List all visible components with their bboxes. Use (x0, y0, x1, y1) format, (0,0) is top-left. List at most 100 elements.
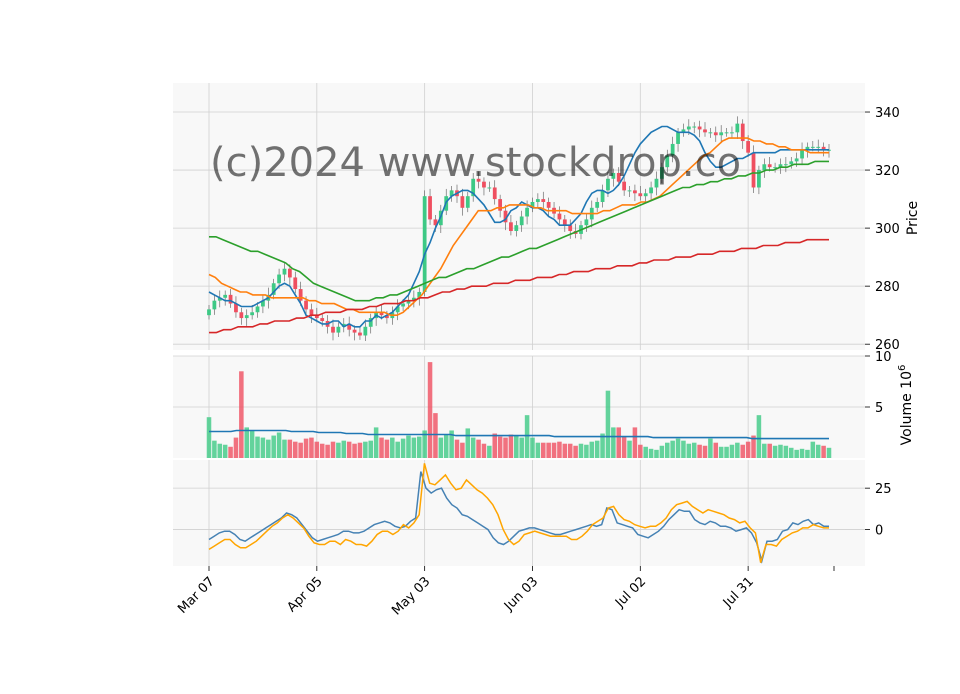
candle-up (223, 294, 228, 298)
candle-down (352, 329, 357, 333)
volume-bar (524, 415, 530, 458)
candle-down (239, 312, 244, 319)
x-tick-label: Mar 07 (175, 574, 218, 617)
candle-up (643, 193, 648, 197)
volume-bar (546, 442, 551, 458)
volume-y-tick-label: 5 (875, 401, 883, 416)
volume-bar (298, 442, 303, 458)
candle-down (358, 332, 362, 336)
candle-up (783, 164, 788, 166)
candle-down (568, 225, 573, 232)
candle-up (584, 219, 589, 226)
oscillator-panel: 0 25 (173, 460, 892, 566)
volume-bar (233, 437, 239, 458)
volume-bar (611, 427, 616, 458)
volume-bar (206, 417, 212, 458)
volume-bar (260, 437, 266, 458)
volume-bar (346, 441, 352, 458)
volume-bar (454, 439, 460, 458)
candle-down (751, 152, 756, 188)
volume-bar (266, 439, 271, 458)
candle-up (724, 132, 729, 134)
candle-down (541, 199, 546, 202)
volume-bar (314, 441, 320, 458)
volume-bar (616, 427, 622, 458)
volume-bar (239, 371, 244, 458)
volume-bar (379, 437, 384, 458)
volume-bar (557, 441, 562, 458)
candle-down (703, 129, 707, 133)
volume-bar (514, 435, 519, 458)
volume-bar (718, 446, 724, 458)
candle-down (320, 318, 325, 321)
candle-up (519, 216, 524, 226)
volume-bar (745, 441, 751, 458)
candle-up (250, 312, 255, 316)
volume-bar (395, 441, 400, 458)
candle-up (595, 201, 600, 208)
price-axis-label: Price (905, 201, 921, 235)
volume-panel: 5 10 Volume 106 (173, 350, 915, 458)
volume-bar (384, 439, 390, 458)
chart-canvas: 260280300320340Price 510Volume 106 025 M… (173, 83, 921, 618)
volume-bar (729, 444, 735, 458)
volume-bar (411, 437, 417, 458)
volume-bar (632, 427, 638, 458)
volume-bar (341, 440, 347, 458)
volume-bar (368, 440, 374, 458)
candle-down (492, 187, 497, 200)
volume-bar (443, 434, 449, 458)
oscillator-y-tick-label: 0 (875, 524, 883, 539)
volume-bar (319, 443, 325, 458)
volume-bar (276, 432, 282, 458)
candle-down (498, 199, 503, 211)
volume-bar (363, 441, 368, 458)
candle-up (789, 161, 794, 165)
volume-bar (767, 443, 772, 458)
candle-down (509, 222, 513, 232)
volume-bar (638, 444, 643, 458)
candle-up (465, 196, 470, 208)
candle-down (746, 141, 751, 153)
volume-bar (373, 427, 379, 458)
volume-bar (492, 433, 498, 458)
volume-bar (659, 445, 665, 458)
volume-bar (594, 440, 600, 458)
candle-down (460, 196, 465, 208)
oscillator-y-tick-label: 25 (875, 482, 892, 497)
volume-bar (503, 437, 508, 458)
x-tick-label: Apr 05 (285, 574, 326, 615)
candle-up (255, 306, 260, 313)
volume-bar (287, 439, 293, 458)
volume-bar (670, 440, 675, 458)
candle-up (514, 225, 519, 232)
volume-bar (481, 443, 487, 458)
volume-bar (551, 442, 557, 458)
candle-down (633, 190, 637, 194)
oscillator-panel-background (173, 460, 865, 566)
volume-bar (708, 438, 713, 458)
volume-bar (352, 443, 357, 458)
x-tick-label: Jun 03 (501, 574, 541, 614)
candle-up (244, 315, 249, 319)
candle-down (309, 309, 314, 316)
volume-bar (330, 441, 336, 458)
candle-down (638, 193, 643, 197)
volume-bar (740, 444, 746, 458)
volume-bar (799, 448, 805, 458)
volume-bar (255, 436, 260, 458)
volume-bar (309, 437, 314, 458)
volume-bar (390, 437, 395, 458)
candle-up (708, 132, 713, 134)
volume-bar (826, 447, 832, 458)
candle-down (546, 201, 551, 208)
volume-bar (476, 439, 481, 458)
volume-bar (325, 444, 330, 458)
volume-bar (578, 443, 584, 458)
candle-up (600, 190, 605, 202)
candle-down (767, 164, 772, 168)
volume-bar (605, 390, 611, 458)
candle-up (212, 300, 217, 310)
volume-bar (400, 438, 406, 458)
candle-down (557, 213, 562, 220)
